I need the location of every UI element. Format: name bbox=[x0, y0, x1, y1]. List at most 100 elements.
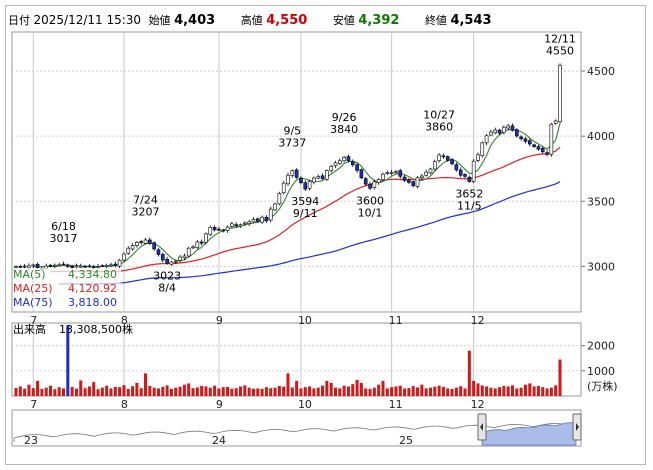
candle-body bbox=[407, 180, 411, 183]
volume-month-tick-label: 11 bbox=[389, 398, 403, 411]
navigator-year-label: 24 bbox=[212, 434, 226, 447]
candle-body bbox=[126, 247, 131, 254]
volume-bar bbox=[36, 380, 40, 396]
volume-bar bbox=[329, 382, 333, 396]
candle-body bbox=[489, 131, 493, 136]
price-tick-label: 4500 bbox=[587, 65, 615, 78]
volume-bar bbox=[407, 387, 411, 396]
candle-body bbox=[117, 259, 122, 267]
volume-bar bbox=[230, 388, 234, 396]
volume-bar bbox=[66, 325, 70, 396]
volume-bar bbox=[70, 386, 74, 396]
volume-bar bbox=[57, 387, 61, 396]
candle-body bbox=[65, 264, 70, 267]
candle-body bbox=[294, 169, 299, 178]
candle-body bbox=[411, 181, 416, 186]
candle-body bbox=[286, 174, 290, 185]
candle-body bbox=[450, 159, 454, 165]
candle-body bbox=[225, 226, 230, 231]
volume-bar bbox=[441, 386, 445, 396]
volume-bar bbox=[191, 388, 195, 396]
candle-body bbox=[303, 182, 308, 190]
candle-body bbox=[463, 174, 467, 177]
price-tick-label: 3500 bbox=[587, 195, 615, 208]
candle-body bbox=[139, 241, 144, 243]
volume-bar bbox=[204, 386, 208, 396]
candle-body bbox=[402, 176, 407, 181]
volume-bar bbox=[506, 386, 510, 396]
volume-bar bbox=[321, 385, 325, 396]
volume-bar bbox=[217, 388, 221, 396]
candle-body bbox=[493, 129, 498, 134]
candle-body bbox=[497, 129, 502, 134]
volume-bar bbox=[342, 385, 346, 396]
month-tick-label: 9 bbox=[216, 314, 223, 327]
candle-body bbox=[424, 171, 428, 176]
candle-body bbox=[420, 175, 424, 179]
volume-bar bbox=[493, 388, 497, 396]
ma-legend-value: 4,120.92 bbox=[68, 282, 117, 295]
volume-bar bbox=[256, 388, 260, 396]
candle-body bbox=[74, 265, 79, 268]
candle-body bbox=[182, 255, 187, 259]
volume-bar bbox=[502, 385, 506, 396]
candle-body bbox=[432, 161, 437, 170]
volume-bar bbox=[126, 388, 130, 396]
volume-bar bbox=[165, 385, 169, 396]
volume-bar bbox=[519, 387, 523, 396]
candle-body bbox=[299, 177, 303, 183]
candle-body bbox=[545, 152, 549, 155]
candle-body bbox=[458, 169, 463, 176]
volume-bar bbox=[269, 388, 273, 396]
volume-label: 出来高 bbox=[13, 322, 46, 336]
volume-bar bbox=[489, 387, 493, 396]
price-tick-label: 4000 bbox=[587, 130, 615, 143]
candle-body bbox=[255, 218, 260, 222]
candle-body bbox=[346, 156, 351, 161]
volume-bar bbox=[312, 388, 316, 396]
candle-body bbox=[178, 256, 182, 261]
candle-body bbox=[536, 146, 541, 150]
volume-bar bbox=[295, 380, 299, 396]
volume-bar bbox=[459, 386, 463, 396]
volume-bar bbox=[131, 386, 135, 396]
volume-bar bbox=[87, 386, 91, 396]
ma-legend-name: MA(5) bbox=[13, 268, 46, 281]
volume-bar bbox=[14, 387, 18, 396]
candle-body bbox=[238, 224, 243, 227]
candle-body bbox=[350, 161, 355, 166]
volume-bar bbox=[368, 388, 372, 396]
annotation-date: 9/11 bbox=[293, 207, 318, 220]
volume-bar bbox=[105, 385, 109, 396]
price-tick-label: 3000 bbox=[587, 260, 615, 273]
ma-legend-value: 4,334.80 bbox=[68, 268, 117, 281]
candle-body bbox=[273, 203, 277, 211]
volume-bar bbox=[118, 387, 122, 396]
candle-body bbox=[122, 253, 126, 261]
navigator-right-handle[interactable] bbox=[572, 413, 582, 441]
candle-body bbox=[558, 65, 562, 123]
volume-value: 13,308,500株 bbox=[59, 322, 133, 336]
candle-body bbox=[169, 261, 174, 265]
candle-body bbox=[437, 154, 441, 161]
volume-bar bbox=[135, 382, 139, 396]
candle-body bbox=[325, 170, 329, 180]
volume-bar bbox=[44, 387, 48, 396]
volume-bar bbox=[437, 385, 441, 396]
candle-body bbox=[247, 221, 251, 225]
candle-body bbox=[359, 169, 364, 179]
volume-bar bbox=[96, 389, 100, 396]
volume-bar bbox=[532, 386, 536, 396]
volume-bar bbox=[161, 386, 165, 396]
candle-body bbox=[515, 129, 519, 137]
volume-bar bbox=[450, 388, 454, 396]
navigator-left-handle[interactable] bbox=[477, 413, 487, 441]
candle-body bbox=[208, 227, 213, 235]
volume-bar bbox=[208, 387, 212, 396]
candle-body bbox=[368, 183, 372, 189]
volume-bar bbox=[351, 384, 355, 396]
volume-bar bbox=[558, 359, 562, 396]
candle-body bbox=[519, 136, 523, 140]
candle-body bbox=[165, 258, 169, 264]
stock-chart-svg: 77889910101111121230003500400045006/1830… bbox=[11, 31, 618, 447]
